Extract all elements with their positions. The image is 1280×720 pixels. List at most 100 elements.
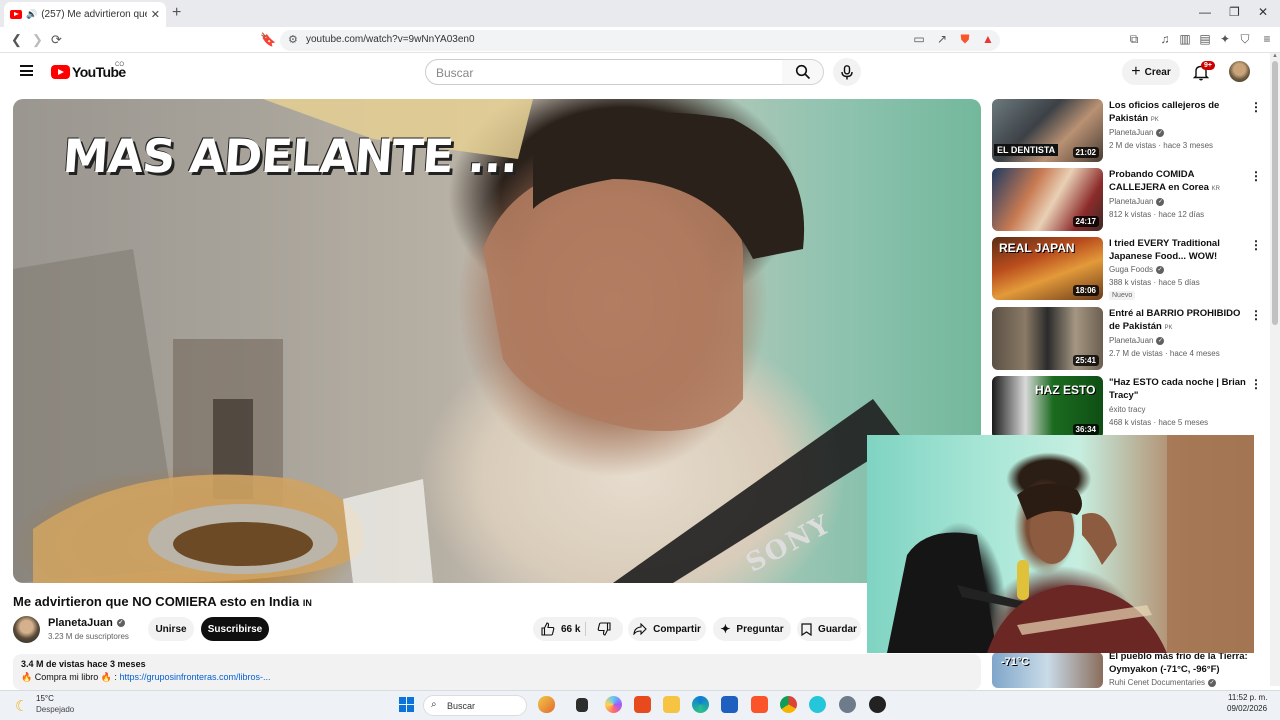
messaging-app-icon[interactable] [809, 696, 826, 713]
create-label: Crear [1144, 66, 1171, 78]
guide-menu-icon[interactable] [20, 65, 33, 76]
tab-search-icon[interactable]: ⧉ [1127, 32, 1141, 46]
recommendation-item[interactable]: -71°C El pueblo más frío de la Tierra: O… [992, 648, 1262, 688]
wallet-icon[interactable]: ▤ [1198, 32, 1212, 46]
recommendation-thumbnail[interactable]: -71°C [992, 652, 1103, 688]
account-avatar[interactable] [1229, 61, 1250, 82]
clock-time[interactable]: 11:52 p. m. [1228, 693, 1267, 702]
task-view-icon[interactable] [576, 698, 588, 712]
recommendation-channel[interactable]: Guga Foods ✓ [1109, 265, 1165, 274]
share-button[interactable]: Compartir [628, 617, 706, 641]
settings-gear-icon[interactable] [839, 696, 856, 713]
speaker-icon[interactable]: 🔊 [26, 9, 37, 20]
search-input[interactable]: Buscar [425, 59, 783, 85]
scrollbar-thumb[interactable] [1272, 61, 1278, 325]
recommendation-item[interactable]: 25:41 Entré al BARRIO PROHIBIDO de Pakis… [992, 307, 1262, 371]
like-button[interactable]: 66 k [541, 622, 580, 636]
minimize-window-icon[interactable]: — [1199, 5, 1211, 19]
page-scrollbar[interactable]: ▲ [1270, 53, 1280, 686]
recommendation-title[interactable]: Probando COMIDA CALLEJERA en Corea KR [1109, 168, 1249, 196]
recommendation-channel[interactable]: PlanetaJuan ✓ [1109, 336, 1165, 345]
recommendation-channel[interactable]: éxito tracy [1109, 405, 1145, 414]
video-description[interactable]: 3.4 M de vistas hace 3 meses 🔥 Compra mi… [13, 654, 981, 690]
more-options-icon[interactable]: ⋮ [1250, 309, 1262, 321]
video-caption: MAS ADELANTE ... [61, 129, 520, 183]
obs-recording-icon[interactable] [869, 696, 886, 713]
recommendation-channel-text: Ruhi Cenet Documentaries [1109, 678, 1206, 687]
taskbar-search-placeholder: Buscar [447, 701, 476, 711]
more-options-icon[interactable]: ⋮ [1250, 378, 1262, 390]
music-icon[interactable]: ♫ [1158, 32, 1172, 46]
forward-icon[interactable]: ❯ [32, 31, 43, 49]
recommendation-thumbnail[interactable]: 25:41 [992, 307, 1103, 370]
vpn-icon[interactable]: ⛉ [1238, 32, 1252, 46]
search-button[interactable] [782, 59, 824, 85]
close-tab-icon[interactable]: ✕ [151, 8, 160, 21]
recommendation-thumbnail[interactable]: 24:17 [992, 168, 1103, 231]
create-button[interactable]: + Crear [1122, 59, 1180, 85]
join-button[interactable]: Unirse [148, 617, 194, 641]
cast-icon[interactable]: ▭ [912, 32, 926, 46]
channel-name[interactable]: PlanetaJuan ✓ [48, 617, 125, 629]
recommendation-item[interactable]: EL DENTISTA 21:02 Los oficios callejeros… [992, 99, 1262, 163]
recommendation-title[interactable]: I tried EVERY Traditional Japanese Food.… [1109, 237, 1249, 263]
search-highlight-icon[interactable] [538, 696, 555, 713]
recommendation-thumbnail[interactable]: EL DENTISTA 21:02 [992, 99, 1103, 162]
new-tab-button[interactable]: + [172, 4, 181, 22]
recommendation-item[interactable]: REAL JAPAN 18:06 I tried EVERY Tradition… [992, 237, 1262, 301]
copilot-icon[interactable] [605, 696, 622, 713]
bookmark-icon[interactable]: 🔖 [260, 31, 276, 49]
back-icon[interactable]: ❮ [11, 31, 22, 49]
country-code: CO [115, 62, 124, 68]
recommendation-meta: 2 M de vistas · hace 3 meses [1109, 141, 1214, 150]
ask-button[interactable]: ✦ Preguntar [713, 617, 791, 641]
scroll-up-arrow-icon[interactable]: ▲ [1272, 53, 1278, 59]
recommendation-thumbnail[interactable]: HAZ ESTO 36:34 [992, 376, 1103, 439]
recommendation-item[interactable]: 24:17 Probando COMIDA CALLEJERA en Corea… [992, 168, 1262, 232]
save-button[interactable]: Guardar [797, 617, 861, 641]
channel-avatar[interactable] [13, 616, 40, 643]
sidebar-icon[interactable]: ▥ [1178, 32, 1192, 46]
share-icon[interactable]: ↗ [935, 32, 949, 46]
office-app-icon[interactable] [634, 696, 651, 713]
recommendation-title[interactable]: Entré al BARRIO PROHIBIDO de Pakistán PK [1109, 307, 1249, 335]
voice-search-button[interactable] [833, 58, 861, 86]
thumbnail-text: -71°C [1001, 656, 1030, 668]
recommendation-title[interactable]: Los oficios callejeros de Pakistán PK [1109, 99, 1249, 127]
address-bar[interactable]: ⚙ youtube.com/watch?v=9wNnYA03en0 [280, 30, 1000, 51]
taskbar-search-input[interactable]: ⌕ Buscar [423, 695, 527, 716]
brave-shield-icon[interactable]: ⛊ [958, 32, 972, 46]
search-placeholder: Buscar [436, 66, 474, 80]
site-settings-icon[interactable]: ⚙ [288, 31, 298, 49]
leo-ai-icon[interactable]: ✦ [1218, 32, 1232, 46]
edge-browser-icon[interactable] [692, 696, 709, 713]
dislike-button[interactable] [597, 622, 611, 639]
file-explorer-icon[interactable] [663, 696, 680, 713]
recommendation-channel[interactable]: PlanetaJuan ✓ [1109, 128, 1165, 137]
menu-icon[interactable]: ≡ [1260, 32, 1274, 46]
recommendation-title[interactable]: "Haz ESTO cada noche | Brian Tracy" [1109, 376, 1249, 402]
recommendation-thumbnail[interactable]: REAL JAPAN 18:06 [992, 237, 1103, 300]
reload-icon[interactable]: ⟳ [51, 31, 62, 49]
recommendation-item[interactable]: HAZ ESTO 36:34 "Haz ESTO cada noche | Br… [992, 376, 1262, 440]
recommendation-channel[interactable]: PlanetaJuan ✓ [1109, 197, 1165, 206]
chrome-browser-icon[interactable] [780, 696, 797, 713]
store-icon[interactable] [721, 696, 738, 713]
brave-browser-icon[interactable] [751, 696, 768, 713]
recommendation-title[interactable]: El pueblo más frío de la Tierra: Oymyako… [1109, 650, 1249, 676]
restore-window-icon[interactable]: ❐ [1229, 5, 1240, 19]
recommendation-channel[interactable]: Ruhi Cenet Documentaries ✓ [1109, 678, 1217, 687]
close-window-icon[interactable]: ✕ [1258, 5, 1268, 19]
moon-weather-icon[interactable]: ☾ [15, 697, 28, 715]
clock-date[interactable]: 09/02/2026 [1227, 704, 1267, 713]
more-options-icon[interactable]: ⋮ [1250, 170, 1262, 182]
more-options-icon[interactable]: ⋮ [1250, 239, 1262, 251]
brave-rewards-icon[interactable]: ▲ [981, 32, 995, 46]
browser-tab-active[interactable]: 🔊 (257) Me advirtieron que NO ✕ [4, 2, 166, 27]
subscribe-button[interactable]: Suscribirse [201, 617, 269, 641]
more-options-icon[interactable]: ⋮ [1250, 101, 1262, 113]
weather-temperature[interactable]: 15°C [36, 694, 54, 703]
start-menu-icon[interactable] [399, 697, 414, 712]
description-link[interactable]: https://gruposinfronteras.com/libros-... [119, 672, 270, 682]
video-player[interactable]: MAS ADELANTE ... SONY [13, 99, 981, 583]
